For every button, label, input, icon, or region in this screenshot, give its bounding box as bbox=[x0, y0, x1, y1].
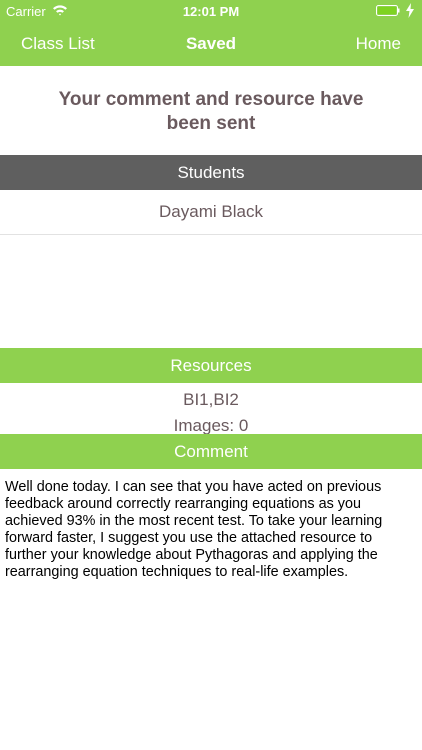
comment-header: Comment bbox=[0, 434, 422, 469]
comment-text: Well done today. I can see that you have… bbox=[5, 479, 383, 580]
students-header: Students bbox=[0, 155, 422, 190]
resources-header: Resources bbox=[0, 348, 422, 383]
battery-icon bbox=[376, 5, 400, 16]
images-count: Images: 0 bbox=[173, 416, 249, 435]
status-bar: Carrier 12:01 PM bbox=[0, 0, 422, 22]
class-list-button[interactable]: Class List bbox=[21, 34, 95, 54]
student-list-item[interactable]: Dayami Black bbox=[0, 190, 422, 235]
status-time: 12:01 PM bbox=[182, 4, 240, 19]
resources-list: BI1,BI2 bbox=[183, 390, 239, 409]
charging-icon bbox=[406, 3, 414, 18]
home-button[interactable]: Home bbox=[356, 34, 401, 54]
navigation-bar: Class List Saved Home bbox=[0, 22, 422, 66]
confirmation-message: Your comment and resource have been sent bbox=[58, 89, 364, 134]
